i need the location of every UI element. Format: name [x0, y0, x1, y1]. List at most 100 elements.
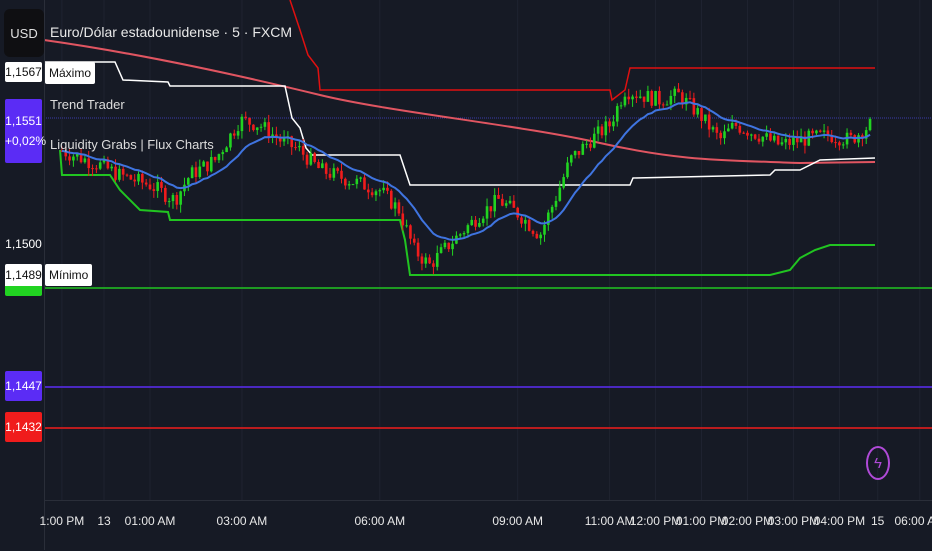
candle-up: [673, 88, 677, 96]
candle-up: [581, 143, 585, 155]
candle-up: [615, 106, 619, 122]
candle-up: [405, 225, 408, 227]
time-tick-label: 03:00 AM: [216, 514, 268, 528]
indicator-trend-trader[interactable]: Trend Trader: [50, 97, 125, 112]
candle-up: [156, 182, 159, 191]
symbol-title[interactable]: Euro/Dólar estadounidense · 5 · FXCM: [50, 24, 292, 40]
candle-up: [435, 252, 439, 267]
candle-up: [229, 133, 232, 148]
candle-down: [734, 123, 738, 126]
candle-down: [818, 130, 822, 132]
candle-down: [769, 133, 772, 141]
candle-up: [359, 177, 362, 179]
candle-up: [225, 147, 228, 153]
candle-down: [746, 132, 749, 136]
candle-down: [527, 219, 531, 231]
candle-down: [125, 174, 129, 176]
candle-up: [727, 128, 730, 132]
candle-down: [386, 187, 389, 191]
candle-up: [209, 156, 213, 172]
time-tick-label: 04:00 PM: [813, 514, 866, 528]
candle-down: [692, 98, 696, 115]
candle-down: [252, 124, 255, 131]
candle-up: [868, 118, 872, 131]
candle-up: [665, 104, 669, 106]
candle-down: [738, 125, 742, 133]
candle-down: [363, 177, 366, 190]
candle-up: [792, 137, 795, 145]
candle-up: [424, 257, 428, 264]
candle-up: [504, 203, 508, 206]
candle-down: [328, 173, 332, 178]
candle-down: [397, 202, 401, 214]
currency-button[interactable]: USD: [4, 9, 44, 57]
candle-up: [696, 108, 699, 115]
candle-down: [512, 200, 516, 208]
candle-up: [72, 156, 75, 161]
candle-down: [719, 132, 722, 139]
candle-down: [753, 134, 757, 139]
price-tick-1500: 1,1500: [5, 237, 42, 251]
candle-up: [347, 184, 351, 186]
candle-up: [815, 130, 818, 134]
candle-up: [382, 187, 385, 191]
min-tag: Mínimo: [45, 264, 93, 286]
candle-down: [141, 173, 144, 183]
candle-up: [631, 96, 634, 100]
price-chart[interactable]: [0, 0, 932, 550]
candle-down: [834, 142, 837, 144]
candle-up: [723, 131, 726, 139]
candle-down: [148, 184, 152, 190]
candle-down: [389, 190, 393, 209]
time-tick-label: 13: [97, 514, 111, 528]
candle-down: [305, 154, 309, 165]
candle-up: [332, 168, 336, 178]
candle-up: [458, 234, 462, 236]
time-tick-label: 01:00 PM: [675, 514, 728, 528]
candle-down: [175, 195, 179, 205]
candle-down: [213, 156, 217, 161]
candle-down: [535, 233, 539, 239]
candle-down: [501, 198, 504, 206]
candle-up: [704, 114, 707, 121]
candle-down: [144, 182, 148, 185]
candle-down: [707, 114, 711, 130]
price-change: +0,02%: [5, 134, 47, 148]
candle-down: [409, 225, 412, 239]
candle-up: [493, 195, 496, 212]
candle-up: [508, 200, 512, 204]
candle-down: [87, 158, 91, 169]
candle-up: [439, 247, 443, 253]
candle-down: [248, 118, 251, 125]
candle-up: [190, 167, 194, 179]
candle-down: [401, 213, 405, 226]
candle-up: [822, 130, 826, 132]
candle-up: [443, 242, 447, 248]
candle-up: [554, 200, 558, 207]
indicator-liquidity-grabs[interactable]: Liquidity Grabs | Flux Charts: [50, 137, 214, 152]
candle-up: [619, 105, 623, 107]
candle-up: [393, 202, 397, 209]
candle-down: [577, 150, 581, 155]
candle-down: [133, 179, 136, 182]
candle-down: [742, 132, 745, 134]
candle-up: [612, 121, 615, 127]
candle-down: [367, 189, 370, 193]
candle-down: [121, 168, 125, 175]
candles: [60, 83, 872, 275]
candle-up: [321, 163, 324, 169]
candle-down: [635, 96, 638, 98]
candle-up: [750, 134, 753, 136]
candle-down: [317, 161, 320, 169]
candle-down: [370, 192, 374, 196]
trend-trader-upper-line: [289, 0, 875, 102]
candle-up: [711, 127, 715, 130]
candle-down: [608, 121, 611, 127]
candle-up: [570, 155, 573, 163]
candle-up: [478, 222, 481, 227]
candle-down: [412, 238, 416, 243]
lightning-icon[interactable]: ϟ: [866, 446, 890, 480]
time-tick-label: 1:00 PM: [39, 514, 85, 528]
candle-down: [795, 137, 799, 143]
candle-up: [462, 233, 466, 235]
